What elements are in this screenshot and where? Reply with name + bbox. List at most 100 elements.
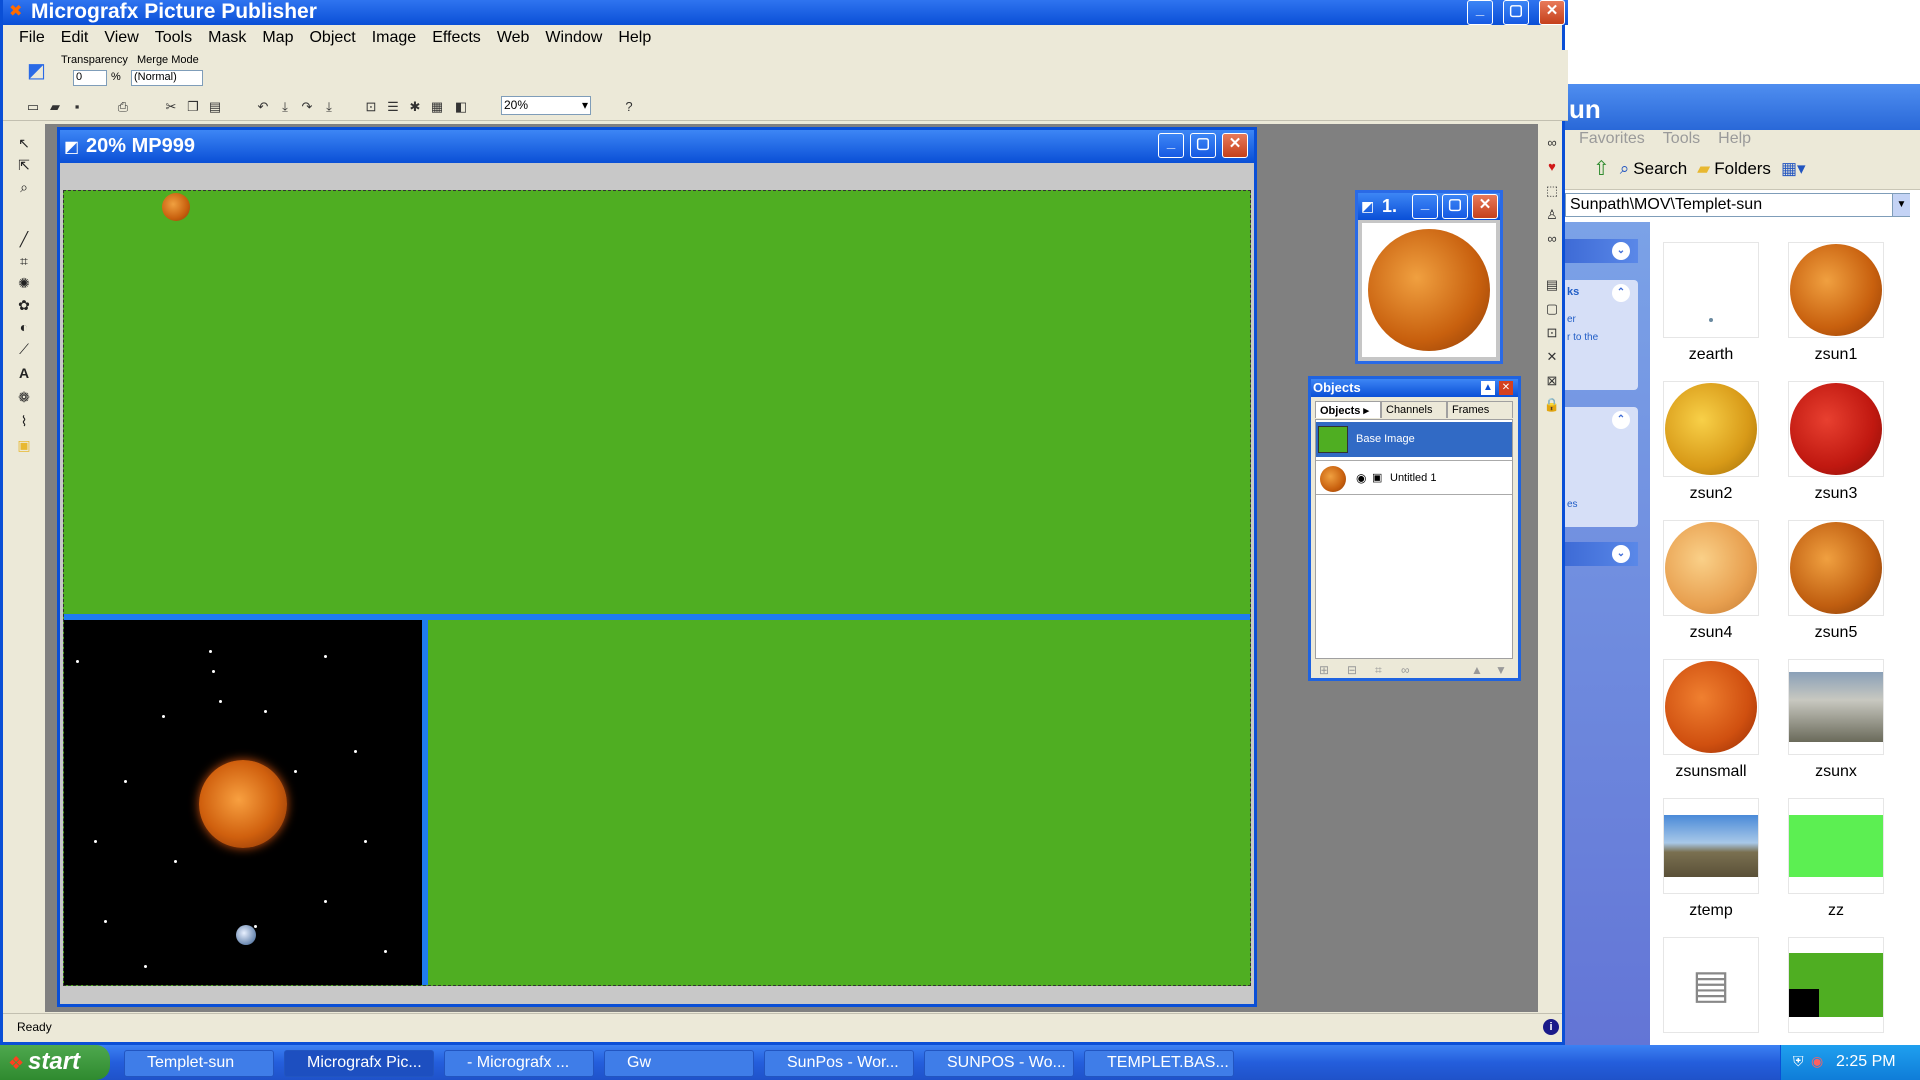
lock-icon[interactable]: ▣: [1372, 461, 1382, 496]
save-icon[interactable]: ▪: [69, 99, 85, 115]
app-logo-icon[interactable]: ✖: [9, 3, 27, 21]
move-up-icon[interactable]: ▲: [1471, 663, 1483, 677]
ungroup-icon[interactable]: ⊟: [1347, 663, 1357, 677]
folders-button[interactable]: ▰ Folders: [1697, 159, 1771, 179]
doc-close-button[interactable]: ✕: [1222, 133, 1248, 158]
preview-maximize-button[interactable]: ▢: [1442, 194, 1468, 219]
print-icon[interactable]: ⎙: [115, 99, 131, 115]
crop-tool-icon[interactable]: ⌗: [15, 252, 33, 270]
search-button[interactable]: ⌕ Search: [1620, 159, 1687, 179]
menu-file[interactable]: File: [11, 27, 53, 49]
eyedropper-tool-icon[interactable]: ⌇: [15, 412, 33, 430]
object-row-base-image[interactable]: Base Image: [1316, 422, 1512, 457]
task-pane-fragment[interactable]: r to the: [1567, 332, 1598, 343]
effects-tool-icon[interactable]: ✺: [15, 274, 33, 292]
ruler-icon[interactable]: ▤: [1543, 276, 1561, 294]
folder-up-icon[interactable]: ⇧: [1593, 156, 1610, 181]
address-bar[interactable]: Sunpath\MOV\Templet-sun: [1565, 193, 1910, 217]
task-pane-fragment[interactable]: es: [1567, 499, 1578, 510]
cut-icon[interactable]: ✂: [163, 99, 179, 115]
explorer-menu-favorites[interactable]: Favorites: [1579, 130, 1645, 148]
fill-tool-icon[interactable]: ◐: [15, 318, 33, 336]
frame-icon[interactable]: ⊡: [1543, 324, 1561, 342]
minimize-button[interactable]: _: [1467, 0, 1493, 25]
collapse-icon[interactable]: ▲: [1481, 381, 1495, 395]
tray-alert-icon[interactable]: ◉: [1811, 1053, 1823, 1070]
explorer-title[interactable]: un: [1565, 84, 1920, 130]
chevron-up-icon[interactable]: ⌃: [1612, 284, 1630, 302]
sun-object[interactable]: [162, 193, 190, 221]
lock-icon[interactable]: 🔒: [1543, 396, 1561, 414]
doc-minimize-button[interactable]: _: [1158, 133, 1184, 158]
preview-close-button[interactable]: ✕: [1472, 194, 1498, 219]
file-item[interactable]: zsunx: [1787, 659, 1885, 781]
explorer-menu-help[interactable]: Help: [1718, 130, 1751, 148]
stamp-icon[interactable]: ♙: [1543, 206, 1561, 224]
file-item[interactable]: zsun1: [1787, 242, 1885, 364]
menu-tools[interactable]: Tools: [147, 27, 200, 49]
file-item[interactable]: zsun5: [1787, 520, 1885, 642]
chevron-up-icon[interactable]: ⌃: [1612, 411, 1630, 429]
move-down-icon[interactable]: ▼: [1495, 663, 1507, 677]
pointer-tool-icon[interactable]: ↖: [15, 134, 33, 152]
explorer-menu-tools[interactable]: Tools: [1663, 130, 1700, 148]
menu-web[interactable]: Web: [489, 27, 538, 49]
file-item[interactable]: zsun3: [1787, 381, 1885, 503]
file-item[interactable]: ▤: [1662, 937, 1760, 1041]
link-icon[interactable]: ∞: [1543, 134, 1561, 152]
menu-edit[interactable]: Edit: [53, 27, 97, 49]
stamp-tool-icon[interactable]: ❁: [15, 388, 33, 406]
text-tool-icon[interactable]: A: [15, 364, 33, 382]
crop-object-icon[interactable]: ⌗: [1375, 663, 1382, 678]
object-tool-icon[interactable]: ◩: [27, 58, 46, 83]
task-pane-header-1[interactable]: ⌄: [1565, 239, 1638, 263]
object-row-untitled-1[interactable]: ◉ ▣ Untitled 1: [1316, 460, 1512, 495]
task-templet-sun[interactable]: Templet-sun: [124, 1050, 274, 1077]
tab-objects[interactable]: Objects ▸: [1315, 401, 1381, 418]
line-tool-icon[interactable]: ╱: [15, 230, 33, 248]
retouch-tool-icon[interactable]: ✿: [15, 296, 33, 314]
document-title-bar[interactable]: 20% MP999: [60, 130, 1254, 163]
color-swatch-icon[interactable]: ▣: [15, 436, 33, 454]
chevron-down-icon[interactable]: ⌄: [1612, 242, 1630, 260]
mask-icon[interactable]: ∞: [1543, 230, 1561, 248]
merge-mode-select[interactable]: (Normal): [131, 70, 203, 86]
transform-tool-icon[interactable]: ⇱: [15, 156, 33, 174]
info-icon[interactable]: i: [1543, 1019, 1559, 1035]
menu-window[interactable]: Window: [537, 27, 610, 49]
maximize-button[interactable]: ▢: [1503, 0, 1529, 25]
task-micrografx-2[interactable]: - Micrografx ...: [444, 1050, 594, 1077]
task-micrografx-1[interactable]: Micrografx Pic...: [284, 1050, 434, 1077]
panel-close-icon[interactable]: ✕: [1499, 381, 1513, 395]
menu-mask[interactable]: Mask: [200, 27, 254, 49]
group-icon[interactable]: ⊞: [1319, 663, 1329, 677]
copy-icon[interactable]: ❐: [185, 99, 201, 115]
grid-icon[interactable]: ▦: [429, 99, 445, 115]
heart-icon[interactable]: ♥: [1543, 158, 1561, 176]
file-item[interactable]: zsun4: [1662, 520, 1760, 642]
transform-icon[interactable]: ⊠: [1543, 372, 1561, 390]
menu-object[interactable]: Object: [301, 27, 363, 49]
transparency-input[interactable]: 0: [73, 70, 107, 86]
menu-view[interactable]: View: [96, 27, 146, 49]
clock[interactable]: 2:25 PM: [1836, 1053, 1896, 1070]
menu-help[interactable]: Help: [610, 27, 659, 49]
file-item[interactable]: zsun2: [1662, 381, 1760, 503]
app-title-bar[interactable]: Micrografx Picture Publisher: [3, 0, 1568, 25]
file-item[interactable]: zsunsmall: [1662, 659, 1760, 781]
revert-icon[interactable]: ⤓: [321, 99, 337, 115]
close-button[interactable]: ✕: [1539, 0, 1565, 25]
menu-image[interactable]: Image: [364, 27, 424, 49]
eye-icon[interactable]: ◉: [1356, 461, 1366, 496]
tab-channels[interactable]: Channels: [1381, 401, 1447, 418]
preview-minimize-button[interactable]: _: [1412, 194, 1438, 219]
address-dropdown-icon[interactable]: ▼: [1892, 194, 1910, 216]
menu-effects[interactable]: Effects: [424, 27, 489, 49]
tray-shield-icon[interactable]: ⛨: [1793, 1053, 1804, 1070]
task-templet-bas[interactable]: TEMPLET.BAS...: [1084, 1050, 1234, 1077]
tab-frames[interactable]: Frames: [1447, 401, 1513, 418]
layer-icon[interactable]: ▢: [1543, 300, 1561, 318]
task-pane-fragment[interactable]: er: [1567, 314, 1576, 325]
file-item[interactable]: zearth: [1662, 242, 1760, 364]
object-remove-icon[interactable]: ✕: [1543, 348, 1561, 366]
